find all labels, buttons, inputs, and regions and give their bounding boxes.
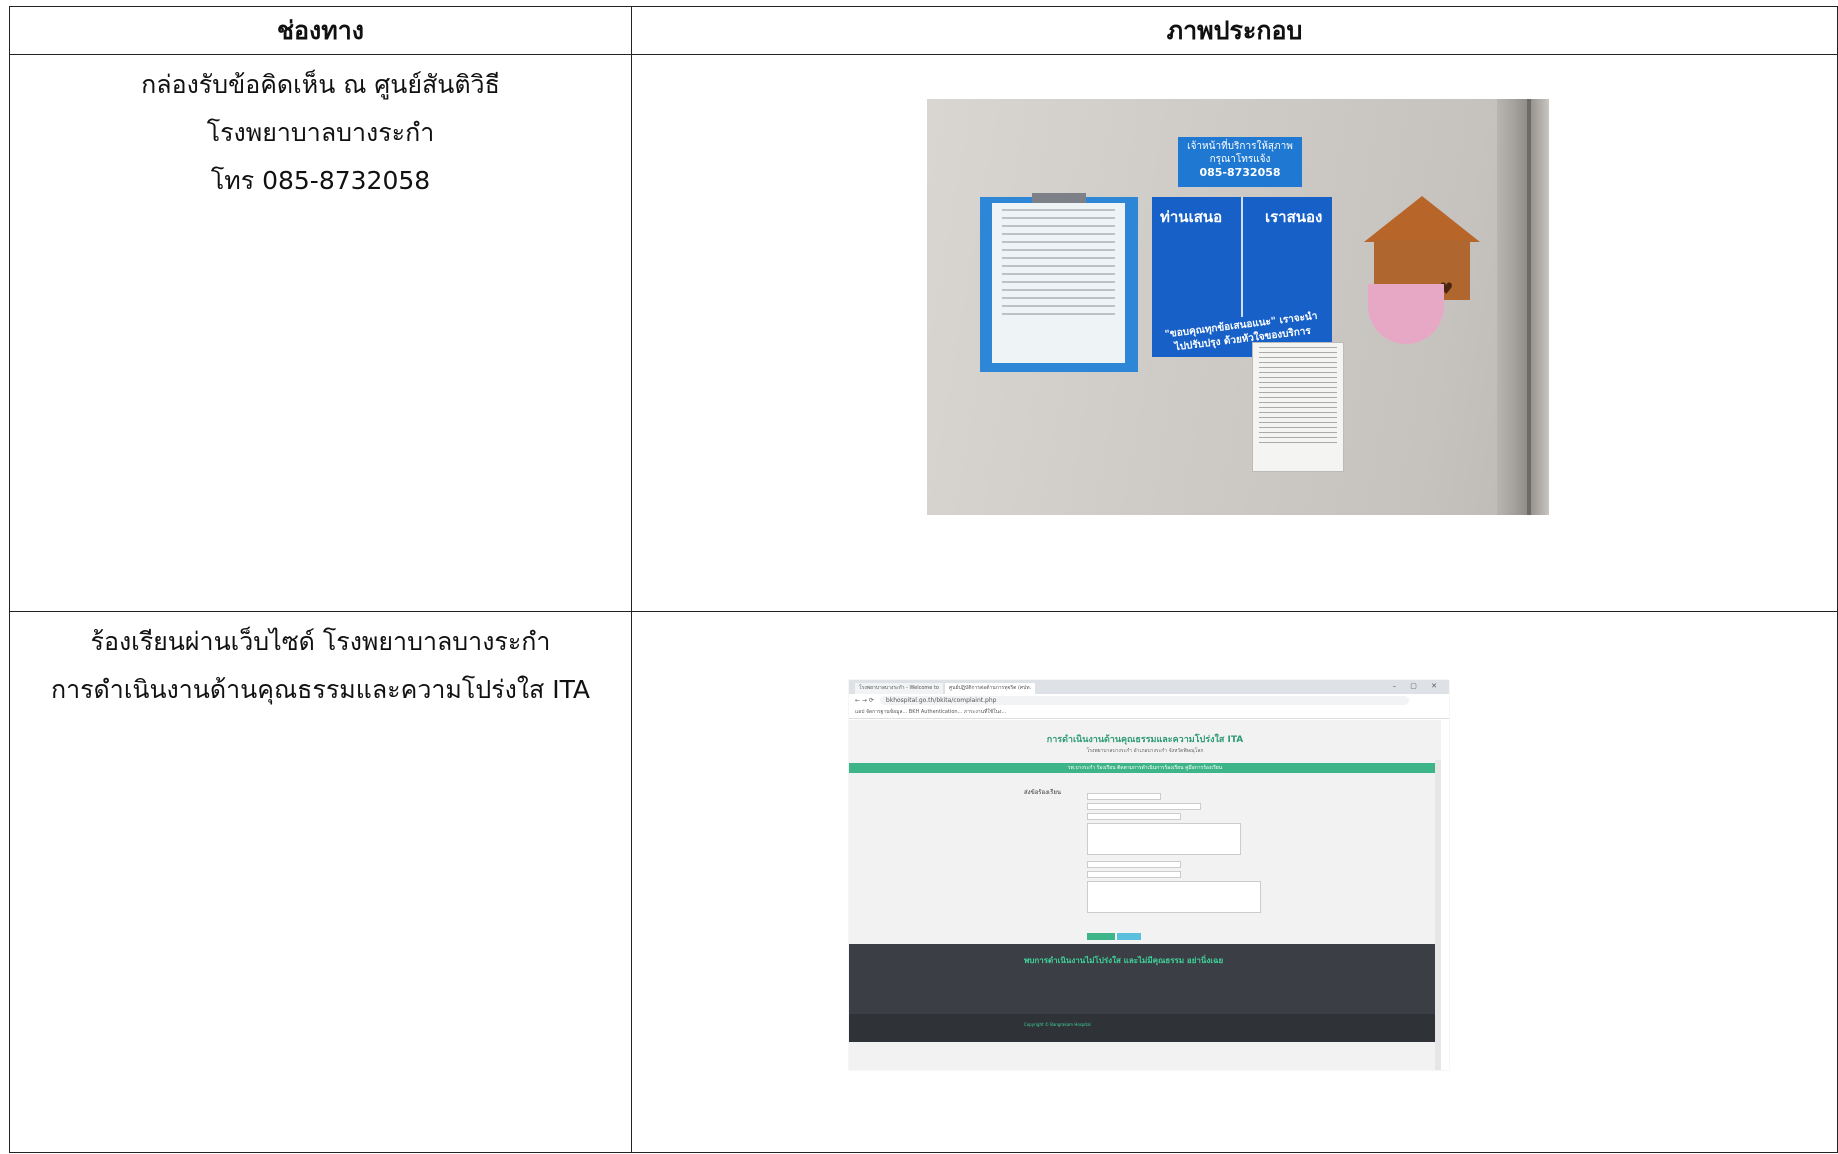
table-row: ร้องเรียนผ่านเว็บไซด์ โรงพยาบาลบางระกำ ก… bbox=[9, 611, 1838, 1153]
page-footer: พบการดำเนินงานไม่โปร่งใส และไม่มีคุณธรรม… bbox=[849, 944, 1441, 1014]
web-page: การดำเนินงานด้านคุณธรรมและความโปร่งใส IT… bbox=[849, 720, 1441, 1070]
browser-tab: โรงพยาบาลบางระกำ - Welcome to bbox=[855, 683, 943, 694]
website-screenshot: โรงพยาบาลบางระกำ - Welcome to ศูนย์ปฏิบั… bbox=[849, 680, 1449, 1070]
bookmarks-bar: แอป จัดการฐานข้อมูล... BKH Authenticatio… bbox=[849, 707, 1449, 719]
channel-cell: ร้องเรียนผ่านเว็บไซด์ โรงพยาบาลบางระกำ ก… bbox=[9, 611, 632, 1153]
channel-line: โรงพยาบาลบางระกำ bbox=[206, 118, 435, 147]
channels-table: ช่องทาง ภาพประกอบ กล่องรับข้อคิดเห็น ณ ศ… bbox=[9, 6, 1838, 1153]
form-label: ส่งข้อร้องเรียน bbox=[1024, 789, 1061, 796]
phone-sign: เจ้าหน้าที่บริการให้สุภาพ กรุณาโทรแจ้ง 0… bbox=[1178, 137, 1302, 187]
channel-description: ร้องเรียนผ่านเว็บไซด์ โรงพยาบาลบางระกำ ก… bbox=[10, 612, 631, 714]
clipboard bbox=[980, 193, 1138, 372]
browser-tabbar: โรงพยาบาลบางระกำ - Welcome to ศูนย์ปฏิบั… bbox=[849, 680, 1449, 694]
header-row: ช่องทาง ภาพประกอบ bbox=[9, 6, 1838, 55]
url-field: bkhospital.go.th/bkita/complaint.php bbox=[879, 696, 1409, 705]
header-channel: ช่องทาง bbox=[9, 6, 632, 55]
sign-in-sheet bbox=[1252, 342, 1344, 472]
browser-tab: ศูนย์ปฏิบัติการต่อต้านการทุจริต (ศปท. bbox=[944, 683, 1036, 694]
suggestion-box-photo: เจ้าหน้าที่บริการให้สุภาพ กรุณาโทรแจ้ง 0… bbox=[927, 99, 1549, 515]
channel-description: กล่องรับข้อคิดเห็น ณ ศูนย์สันติวิธี โรงพ… bbox=[10, 55, 631, 205]
channel-line: โทร 085-8732058 bbox=[210, 166, 431, 195]
channel-line: ร้องเรียนผ่านเว็บไซด์ โรงพยาบาลบางระกำ bbox=[90, 627, 551, 656]
illustration-cell: เจ้าหน้าที่บริการให้สุภาพ กรุณาโทรแจ้ง 0… bbox=[631, 54, 1838, 612]
window-controls: – ▢ ✕ bbox=[1392, 682, 1443, 690]
page-subtitle: โรงพยาบาลบางระกำ อำเภอบางระกำ จังหวัดพิษ… bbox=[1086, 748, 1204, 754]
nav-arrows-icon: ← → ⟳ bbox=[855, 697, 874, 704]
door-frame bbox=[1497, 99, 1549, 515]
channel-cell: กล่องรับข้อคิดเห็น ณ ศูนย์สันติวิธี โรงพ… bbox=[9, 54, 632, 612]
channel-line: กล่องรับข้อคิดเห็น ณ ศูนย์สันติวิธี bbox=[141, 70, 500, 99]
table-row: กล่องรับข้อคิดเห็น ณ ศูนย์สันติวิธี โรงพ… bbox=[9, 54, 1838, 612]
pink-basket bbox=[1368, 284, 1444, 344]
header-illustration: ภาพประกอบ bbox=[631, 6, 1838, 55]
page-title: การดำเนินงานด้านคุณธรรมและความโปร่งใส IT… bbox=[1046, 735, 1244, 745]
page-copyright: Copyright © Bangrakam Hospital bbox=[849, 1014, 1441, 1042]
address-bar: ← → ⟳ bkhospital.go.th/bkita/complaint.p… bbox=[849, 694, 1449, 707]
scrollbar bbox=[1435, 760, 1441, 1070]
page-nav: รพ.บางระกำ ร้องเรียน ติดตามการดำเนินการร… bbox=[849, 763, 1441, 773]
complaint-form: ส่งข้อร้องเรียน bbox=[849, 773, 1441, 948]
illustration-cell: โรงพยาบาลบางระกำ - Welcome to ศูนย์ปฏิบั… bbox=[631, 611, 1838, 1153]
channel-line: การดำเนินงานด้านคุณธรรมและความโปร่งใส IT… bbox=[50, 675, 591, 704]
suggestion-board: ท่านเสนอ เราสนอง "ขอบคุณทุกข้อเสนอแนะ" เ… bbox=[1152, 197, 1332, 357]
